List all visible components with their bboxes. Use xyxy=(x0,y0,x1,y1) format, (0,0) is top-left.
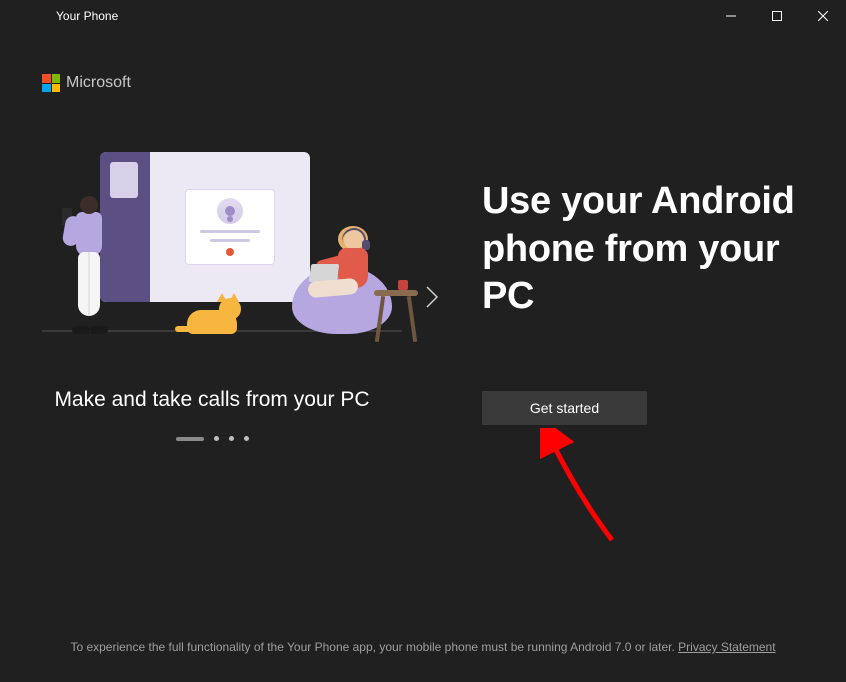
privacy-link[interactable]: Privacy Statement xyxy=(678,640,775,654)
maximize-icon xyxy=(772,11,782,21)
get-started-button[interactable]: Get started xyxy=(482,391,647,425)
microsoft-logo-icon xyxy=(42,74,60,92)
footer-text: To experience the full functionality of … xyxy=(70,640,678,654)
minimize-icon xyxy=(726,11,736,21)
carousel-pager xyxy=(176,436,249,441)
brand: Microsoft xyxy=(42,74,804,92)
window-title: Your Phone xyxy=(56,9,118,23)
carousel-panel: Make and take calls from your PC xyxy=(42,152,382,441)
minimize-button[interactable] xyxy=(708,0,754,32)
titlebar: Your Phone xyxy=(0,0,846,32)
close-icon xyxy=(818,11,828,21)
window-controls xyxy=(708,0,846,32)
pager-indicator[interactable] xyxy=(214,436,219,441)
avatar xyxy=(217,198,243,224)
maximize-button[interactable] xyxy=(754,0,800,32)
main-row: Make and take calls from your PC Use you… xyxy=(42,152,804,441)
chevron-right-icon xyxy=(425,285,439,309)
headline-panel: Use your Android phone from your PC Get … xyxy=(482,168,804,425)
pager-indicator[interactable] xyxy=(229,436,234,441)
footer: To experience the full functionality of … xyxy=(0,640,846,654)
pager-indicator[interactable] xyxy=(244,436,249,441)
carousel-illustration xyxy=(62,152,362,352)
pager-indicator-active[interactable] xyxy=(176,437,204,441)
carousel-caption: Make and take calls from your PC xyxy=(54,388,369,412)
close-button[interactable] xyxy=(800,0,846,32)
headline: Use your Android phone from your PC xyxy=(482,178,804,321)
brand-name: Microsoft xyxy=(66,74,131,92)
content-area: Microsoft xyxy=(0,32,846,441)
app-window: Your Phone Microsoft xyxy=(0,0,846,682)
annotation-arrow-icon xyxy=(540,428,630,548)
divider xyxy=(412,285,452,309)
